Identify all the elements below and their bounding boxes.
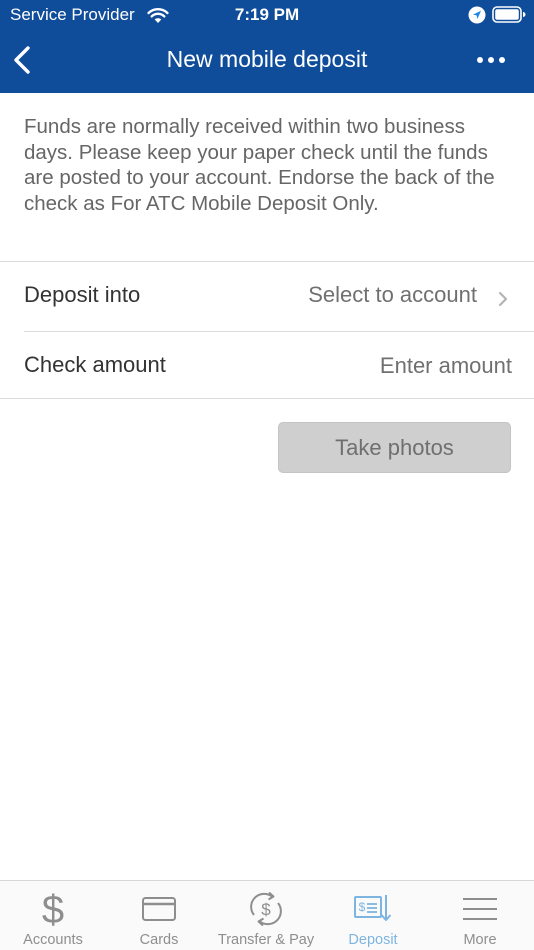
deposit-into-row[interactable]: Deposit into Select to account xyxy=(0,262,534,332)
chevron-right-icon xyxy=(498,291,508,307)
location-arrow-icon xyxy=(468,6,486,24)
deposit-into-value: Select to account xyxy=(308,282,477,307)
svg-text:$: $ xyxy=(359,900,366,914)
deposit-into-label: Deposit into xyxy=(24,282,141,307)
svg-text:$: $ xyxy=(261,900,271,919)
ellipsis-icon xyxy=(477,57,505,63)
svg-text:$: $ xyxy=(42,889,64,929)
battery-icon xyxy=(492,6,526,23)
card-icon xyxy=(142,897,176,921)
take-photos-button[interactable]: Take photos xyxy=(278,422,511,473)
dollar-icon: $ xyxy=(42,889,64,929)
status-time: 7:19 PM xyxy=(234,5,300,24)
tab-cards[interactable]: Cards xyxy=(106,881,212,950)
tab-label: More xyxy=(463,932,497,948)
nav-bar: New mobile deposit xyxy=(0,30,534,93)
tab-label: Accounts xyxy=(23,932,83,948)
tab-label: Cards xyxy=(139,932,179,948)
tab-more[interactable]: More xyxy=(426,881,534,950)
status-bar: Service Provider 7:19 PM xyxy=(0,0,534,30)
check-amount-input[interactable] xyxy=(260,350,512,382)
tab-transfer-pay[interactable]: $ Transfer & Pay xyxy=(212,881,320,950)
tab-label: Transfer & Pay xyxy=(217,932,315,948)
divider xyxy=(0,398,534,399)
tab-accounts[interactable]: $ Accounts xyxy=(0,881,106,950)
tab-label: Deposit xyxy=(348,932,398,948)
deposit-instructions: Funds are normally received within two b… xyxy=(24,115,495,215)
menu-icon xyxy=(463,898,497,920)
check-amount-row: Check amount xyxy=(0,332,534,398)
page-title: New mobile deposit xyxy=(166,46,368,72)
check-amount-label: Check amount xyxy=(24,352,166,377)
tab-deposit[interactable]: $ Deposit xyxy=(320,881,426,950)
deposit-check-icon: $ xyxy=(354,895,392,921)
tab-bar: $ Accounts Cards $ Transfer & Pay $ Depo… xyxy=(0,880,534,950)
more-options-button[interactable] xyxy=(470,48,512,72)
header: Service Provider 7:19 PM New mobile depo… xyxy=(0,0,534,93)
transfer-icon: $ xyxy=(250,891,282,927)
